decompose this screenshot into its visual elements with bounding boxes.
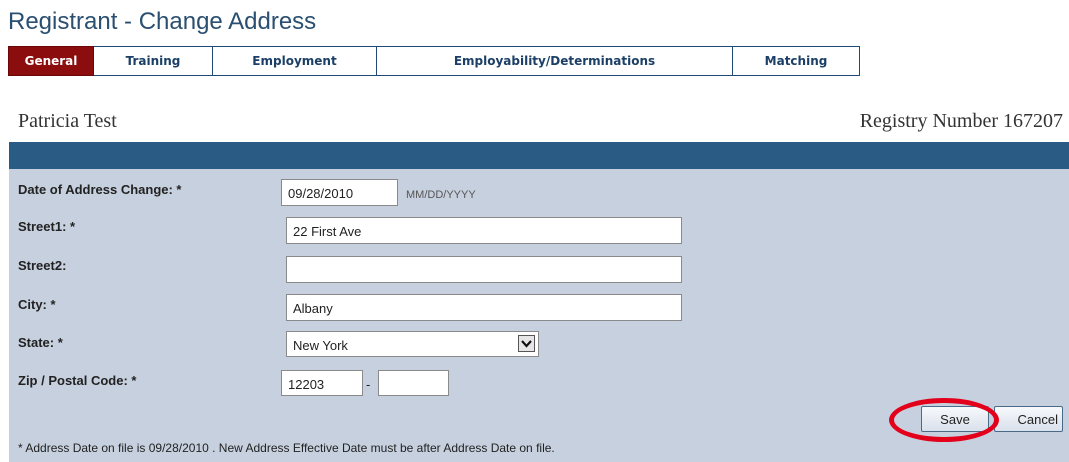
state-selected-value: New York (293, 338, 348, 353)
street2-label: Street2: (18, 258, 67, 273)
address-date-footnote: * Address Date on file is 09/28/2010 . N… (18, 441, 555, 455)
page-title: Registrant - Change Address (8, 8, 317, 35)
tab-training[interactable]: Training (94, 46, 213, 76)
registrant-name: Patricia Test (18, 110, 117, 132)
zip-code-input[interactable]: 12203 (281, 370, 363, 396)
tab-employability-determinations[interactable]: Employability/Determinations (377, 46, 733, 76)
tab-bar: General Training Employment Employabilit… (8, 46, 860, 76)
date-of-address-change-label: Date of Address Change: * (18, 182, 182, 197)
street2-input[interactable] (286, 256, 682, 283)
tab-employment[interactable]: Employment (213, 46, 377, 76)
street1-label: Street1: * (18, 219, 76, 234)
chevron-down-icon[interactable] (518, 335, 535, 352)
state-label: State: * (18, 335, 63, 350)
registry-number: Registry Number 167207 (859, 110, 1063, 132)
cancel-button[interactable]: Cancel (994, 406, 1063, 432)
section-header-band (9, 142, 1069, 169)
city-label: City: * (18, 297, 56, 312)
zip-postal-code-label: Zip / Postal Code: * (18, 373, 137, 388)
date-format-hint: MM/DD/YYYY (406, 189, 476, 201)
tab-general[interactable]: General (8, 46, 94, 76)
state-select[interactable]: New York (286, 331, 539, 357)
zip-separator: - (366, 377, 371, 392)
tab-matching[interactable]: Matching (733, 46, 860, 76)
date-of-address-change-input[interactable]: 09/28/2010 (281, 179, 398, 206)
save-button[interactable]: Save (921, 406, 989, 432)
city-input[interactable]: Albany (286, 294, 682, 321)
zip-extension-input[interactable] (378, 370, 449, 396)
street1-input[interactable]: 22 First Ave (286, 217, 682, 244)
